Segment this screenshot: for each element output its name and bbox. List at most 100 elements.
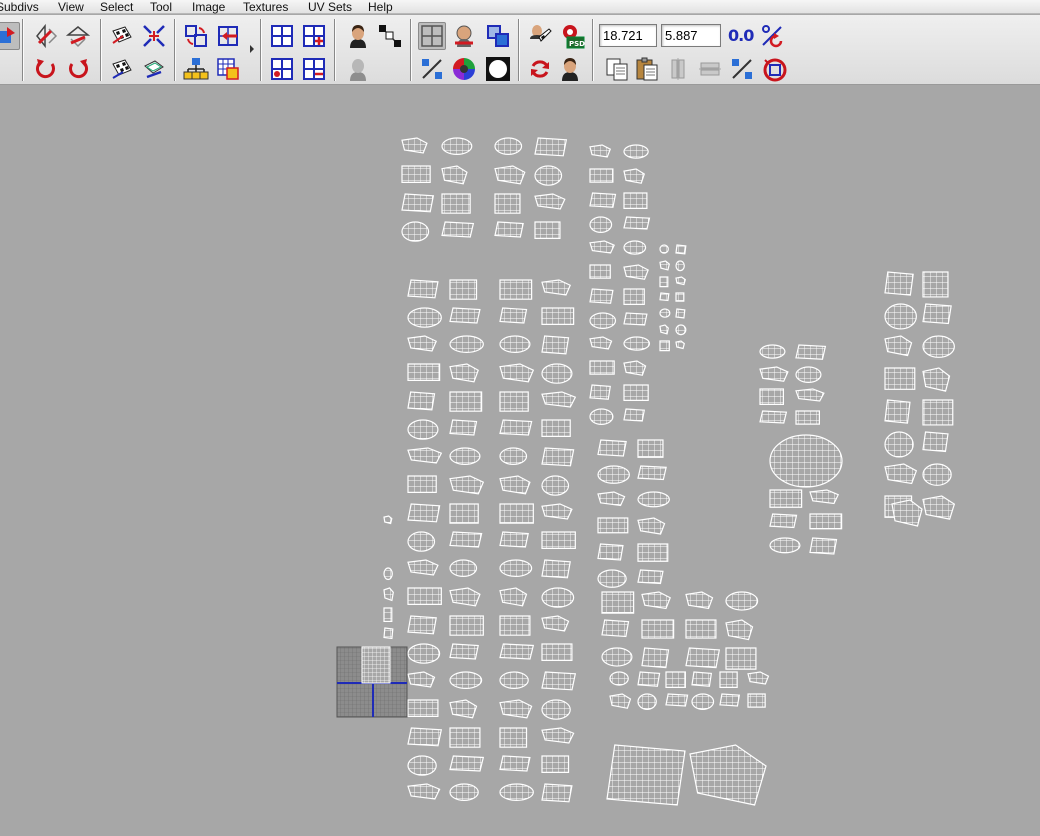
black-dot-icon[interactable]: [484, 55, 512, 83]
photoshop-icon[interactable]: PSD: [558, 22, 586, 50]
uv-shell: [534, 137, 568, 157]
uv-shell: [623, 288, 645, 305]
texture-paint-icon[interactable]: [526, 22, 554, 50]
grid-icon[interactable]: [268, 22, 296, 50]
grid-remove-icon[interactable]: [300, 55, 328, 83]
uv-shell: [541, 531, 576, 549]
move-to-shell-icon[interactable]: [214, 22, 242, 50]
toolbar-expander[interactable]: [250, 45, 254, 53]
uv-shell: [597, 517, 629, 534]
portrait-small-icon[interactable]: [556, 55, 584, 83]
uv-shell: [383, 627, 394, 640]
uv-shell: [407, 419, 439, 440]
uv-shell: [623, 192, 648, 209]
menu-textures[interactable]: Textures: [243, 0, 288, 14]
copy-icon[interactable]: [603, 55, 631, 83]
percent-icon[interactable]: [758, 22, 786, 50]
portrait-icon[interactable]: [344, 22, 372, 50]
reload-icon[interactable]: [526, 55, 554, 83]
uv-shell: [759, 388, 784, 405]
uv-shell: [494, 137, 523, 155]
uv-shell: [499, 307, 528, 324]
uv-shell: [809, 513, 843, 530]
u-coordinate-field[interactable]: 18.721: [599, 24, 657, 47]
rotate-cw-icon[interactable]: [64, 55, 92, 83]
uv-shell: [623, 384, 649, 401]
toolbar-separator: [100, 19, 102, 81]
menu-tool[interactable]: Tool: [150, 0, 172, 14]
stop-icon[interactable]: [760, 55, 788, 83]
uv-shell: [623, 144, 649, 159]
uv-shell: [637, 517, 666, 535]
uv-shell: [541, 755, 570, 773]
uv-shell: [685, 619, 717, 639]
uv-shell: [675, 308, 686, 319]
cycle-uv-icon[interactable]: [182, 22, 210, 50]
v-coordinate-field[interactable]: 5.887: [661, 24, 721, 47]
grid-view-icon[interactable]: [418, 22, 446, 50]
uv-shell: [922, 463, 952, 486]
uv-shell: [541, 419, 571, 437]
uv-shell: [589, 192, 617, 208]
menu-subdivs[interactable]: Subdivs: [0, 0, 39, 14]
uv-shell: [449, 727, 481, 748]
shaded-icon[interactable]: [450, 22, 478, 50]
uv-shell: [691, 671, 713, 687]
percent-small-icon[interactable]: [418, 55, 446, 83]
rotate-ccw-icon[interactable]: [32, 55, 60, 83]
uv-shell: [541, 783, 573, 803]
portrait-dim-icon[interactable]: [344, 55, 372, 83]
flip-v-icon[interactable]: [64, 22, 92, 50]
menu-image[interactable]: Image: [192, 0, 225, 14]
uv-shell: [441, 221, 475, 238]
uv-layout-area[interactable]: [0, 86, 1040, 836]
menu-help[interactable]: Help: [368, 0, 393, 14]
uv-shell: [809, 489, 840, 505]
uv-shell: [449, 587, 481, 607]
uv-shell: [637, 693, 657, 710]
uv-shell: [637, 569, 664, 585]
menu-uv-sets[interactable]: UV Sets: [308, 0, 352, 14]
menu-view[interactable]: View: [58, 0, 84, 14]
uv-shell: [499, 587, 528, 607]
uv-shell: [609, 693, 632, 709]
checker-map-icon[interactable]: [108, 22, 136, 50]
value-label[interactable]: 0.0: [728, 24, 754, 47]
uv-shell: [589, 360, 615, 375]
flip-u-icon[interactable]: [32, 22, 60, 50]
distribute-icon[interactable]: [664, 55, 692, 83]
grid-add-icon[interactable]: [300, 22, 328, 50]
uv-shell: [407, 447, 443, 464]
grid-select-icon[interactable]: [214, 55, 242, 83]
uv-shell: [597, 465, 630, 484]
menu-select[interactable]: Select: [100, 0, 133, 14]
uv-shell: [499, 783, 534, 801]
level-icon[interactable]: [696, 55, 724, 83]
hierarchy-icon[interactable]: [182, 55, 210, 83]
select-mode-icon[interactable]: [0, 22, 20, 50]
uv-shell: [407, 335, 438, 352]
uv-shell: [675, 260, 685, 272]
color-wheel-icon[interactable]: [450, 55, 478, 83]
uv-texture-canvas[interactable]: [0, 86, 1040, 836]
uv-shell: [675, 340, 685, 350]
align-icon[interactable]: [376, 22, 404, 50]
layout-icon[interactable]: [484, 22, 512, 50]
uv-shell: [589, 288, 614, 304]
uv-shell: [499, 727, 528, 748]
percent-2-icon[interactable]: [728, 55, 756, 83]
uv-shell: [601, 591, 635, 614]
uv-shell: [499, 419, 533, 436]
uv-shell: [499, 531, 529, 548]
shrink-icon[interactable]: [140, 22, 168, 50]
uv-shell: [795, 410, 820, 425]
grid-record-icon[interactable]: [268, 55, 296, 83]
checker-map-2-icon[interactable]: [108, 55, 136, 83]
uv-shell: [659, 276, 669, 288]
uv-shell: [407, 279, 439, 299]
uv-shell: [407, 475, 437, 493]
uv-shell: [769, 513, 798, 529]
paste-icon[interactable]: [633, 55, 661, 83]
uv-shell: [449, 447, 481, 465]
unfold-icon[interactable]: [140, 55, 168, 83]
